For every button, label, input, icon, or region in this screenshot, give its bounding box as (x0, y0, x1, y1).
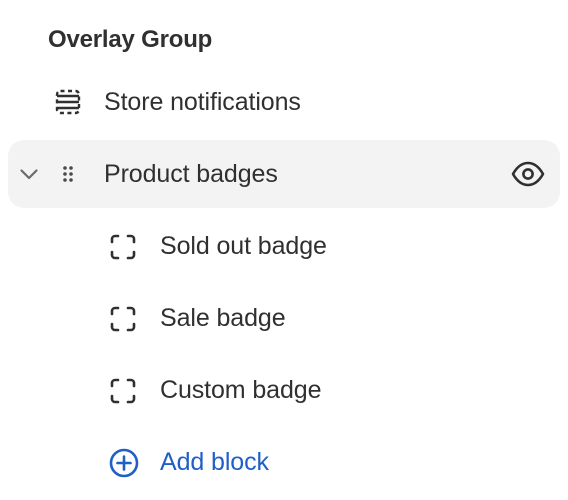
tree-item-sale-badge[interactable]: Sale badge (8, 284, 560, 352)
tree-item-sold-out-badge[interactable]: Sold out badge (8, 212, 560, 280)
block-frame-icon (109, 305, 137, 333)
tree-item-label: Product badges (104, 160, 278, 188)
add-block-button[interactable]: Add block (8, 428, 560, 496)
section-layout-icon (54, 88, 82, 116)
chevron-down-icon[interactable] (18, 163, 40, 185)
tree-item-label: Custom badge (160, 376, 322, 404)
block-frame-icon (109, 233, 137, 261)
plus-circle-icon (108, 447, 140, 479)
block-frame-icon (109, 377, 137, 405)
tree-item-label: Sale badge (160, 304, 286, 332)
block-tree-panel: Overlay Group Store notifications Produc… (0, 0, 568, 500)
tree-item-custom-badge[interactable]: Custom badge (8, 356, 560, 424)
add-block-label: Add block (160, 448, 269, 476)
tree-item-label: Sold out badge (160, 232, 327, 260)
eye-icon[interactable] (510, 160, 546, 188)
tree-item-store-notifications[interactable]: Store notifications (8, 68, 560, 136)
tree-item-product-badges[interactable]: Product badges (8, 140, 560, 208)
section-title: Overlay Group (48, 26, 213, 53)
drag-handle-icon[interactable] (58, 164, 78, 184)
tree-item-label: Store notifications (104, 88, 301, 116)
